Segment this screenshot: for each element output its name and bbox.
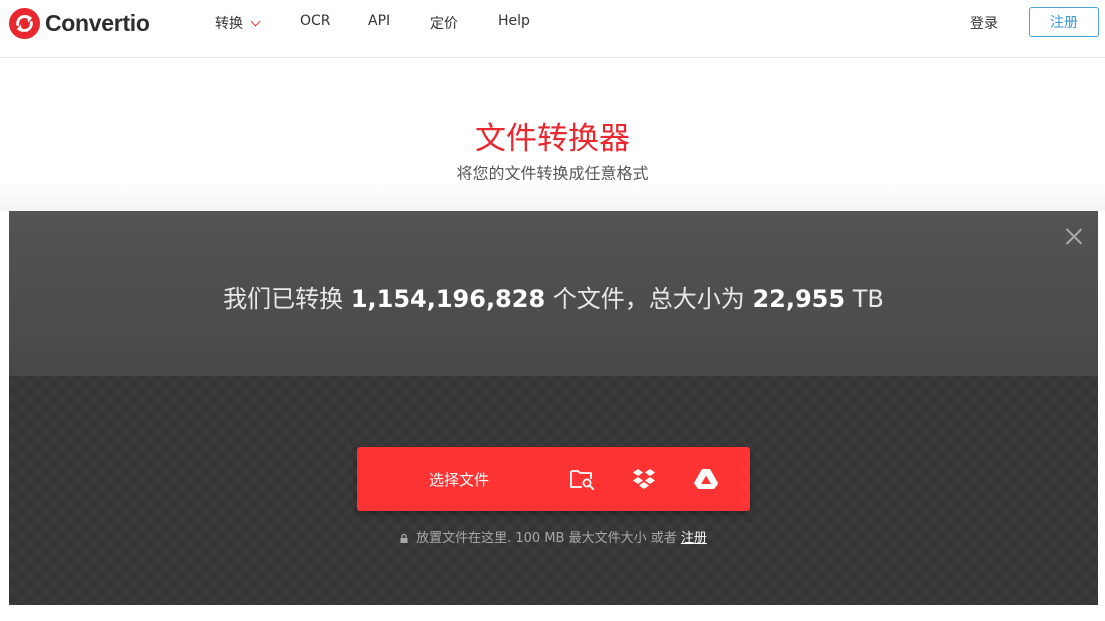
nav-pricing[interactable]: 定价 (430, 13, 458, 33)
stats-prefix: 我们已转换 (223, 285, 344, 313)
hero-shade (0, 180, 1105, 211)
lock-icon (400, 534, 408, 543)
logo[interactable]: Convertio (9, 6, 150, 40)
nav-help[interactable]: Help (498, 13, 530, 29)
page-title: 文件转换器 (475, 121, 630, 157)
upload-note-text: 放置文件在这里. 100 MB 最大文件大小 或者 (416, 531, 677, 546)
close-icon[interactable] (1065, 227, 1083, 245)
stats-middle: 个文件，总大小为 (552, 285, 745, 313)
upload-panel: 我们已转换 1,154,196,828 个文件，总大小为 22,955 TB 选… (9, 211, 1098, 605)
stats-size-unit: TB (852, 285, 884, 313)
choose-files-button[interactable]: 选择文件 (357, 447, 561, 511)
upload-note-signup-link[interactable]: 注册 (681, 531, 707, 546)
upload-note: 放置文件在这里. 100 MB 最大文件大小 或者 注册 (9, 527, 1098, 546)
stats-size-value: 22,955 (752, 285, 846, 313)
folder-search-icon[interactable] (569, 467, 595, 491)
logo-text: Convertio (45, 9, 150, 36)
stats-line: 我们已转换 1,154,196,828 个文件，总大小为 22,955 TB (9, 279, 1098, 314)
signup-button[interactable]: 注册 (1029, 7, 1099, 37)
upload-box: 选择文件 (357, 447, 750, 511)
chevron-down-icon (250, 16, 261, 27)
google-drive-icon[interactable] (693, 467, 719, 491)
nav-ocr[interactable]: OCR (300, 13, 331, 29)
convertio-logo-icon (9, 7, 40, 39)
stats-files-count: 1,154,196,828 (350, 285, 546, 313)
nav-convert-label: 转换 (215, 16, 243, 32)
nav-api[interactable]: API (368, 13, 390, 29)
site-header: Convertio 转换 OCR API 定价 Help 登录 注册 (0, 0, 1105, 58)
stats-banner: 我们已转换 1,154,196,828 个文件，总大小为 22,955 TB (9, 211, 1098, 376)
dropbox-icon[interactable] (631, 467, 657, 491)
login-link[interactable]: 登录 (970, 13, 998, 33)
nav-convert[interactable]: 转换 (215, 13, 261, 33)
